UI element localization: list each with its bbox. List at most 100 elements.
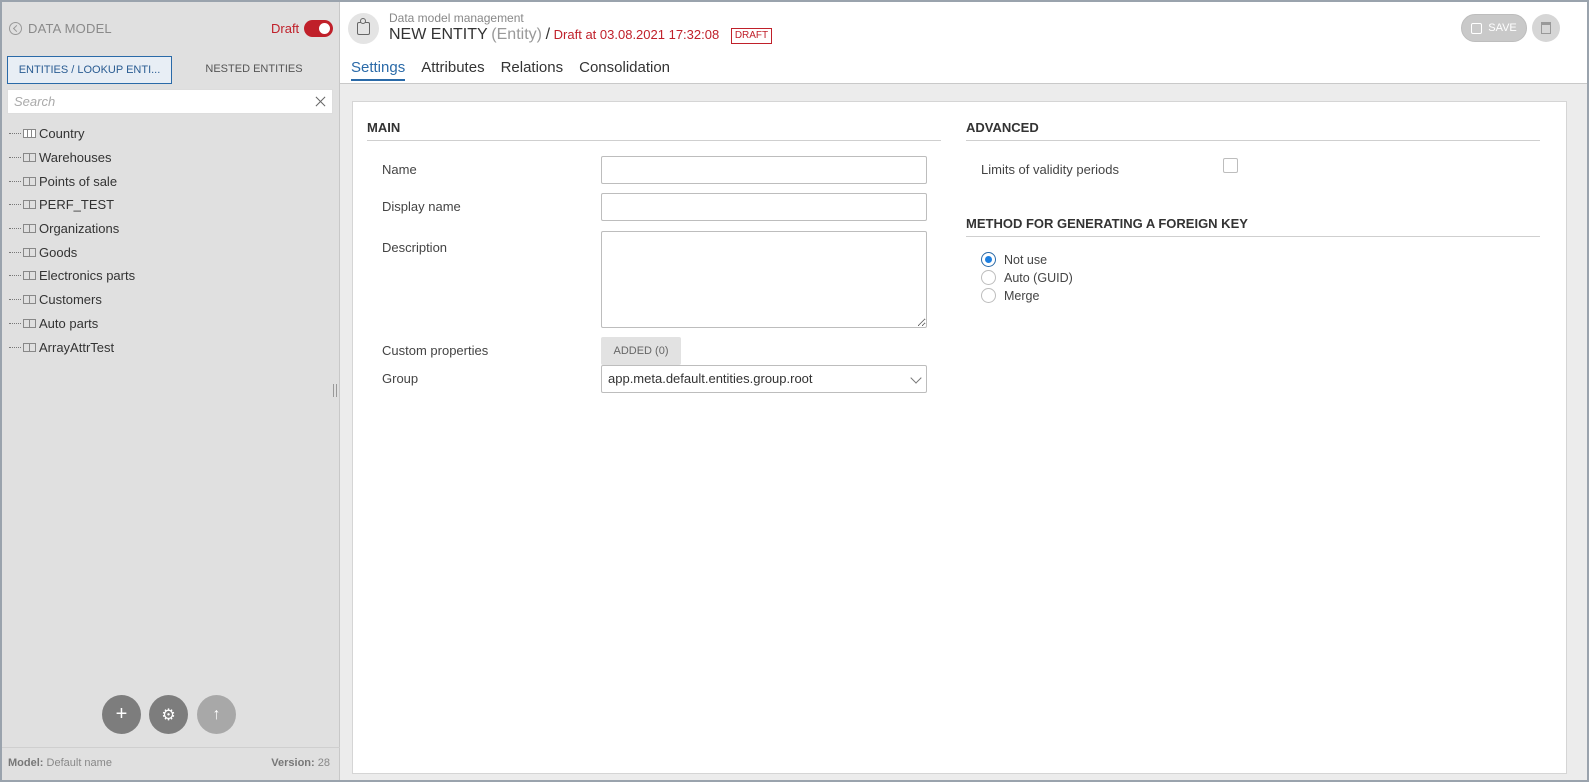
- trash-icon: [1541, 22, 1551, 34]
- radio-merge[interactable]: Merge: [981, 288, 1039, 303]
- group-select[interactable]: app.meta.default.entities.group.root: [601, 365, 927, 393]
- book-icon: [23, 176, 36, 186]
- tree-item-warehouses[interactable]: Warehouses: [9, 146, 329, 170]
- tab-nested-entities[interactable]: NESTED ENTITIES: [173, 56, 335, 84]
- display-name-label: Display name: [382, 199, 461, 214]
- tree-item-label: Goods: [39, 244, 78, 260]
- group-label: Group: [382, 371, 419, 386]
- custom-properties-label: Custom properties: [382, 343, 489, 358]
- tree-connector: [9, 180, 21, 182]
- book-icon: [23, 200, 36, 210]
- sidebar-footer: Model: Default name Version: 28: [2, 747, 340, 778]
- publish-button[interactable]: ↑: [197, 695, 236, 734]
- version-key: Version:: [271, 757, 315, 769]
- search-box: [7, 89, 333, 114]
- radio-label: Not use: [1004, 252, 1048, 267]
- sidebar: DATA MODEL Draft ENTITIES / LOOKUP ENTI.…: [2, 2, 340, 780]
- tree-item-country[interactable]: Country: [9, 122, 329, 146]
- entity-icon: [348, 13, 379, 44]
- tab-relations[interactable]: Relations: [501, 59, 564, 81]
- tree-item-arrayattrtest[interactable]: ArrayAttrTest: [9, 335, 329, 359]
- entity-tree: Country Warehouses Points of sale PERF_T…: [9, 122, 329, 359]
- version-value: 28: [317, 757, 330, 769]
- entity-kind: (Entity): [491, 26, 542, 43]
- advanced-section-title: ADVANCED: [966, 120, 1540, 141]
- tree-item-points-of-sale[interactable]: Points of sale: [9, 169, 329, 193]
- radio-auto-guid[interactable]: Auto (GUID): [981, 270, 1073, 285]
- save-button[interactable]: SAVE: [1461, 14, 1527, 42]
- radio-label: Auto (GUID): [1004, 270, 1073, 285]
- tree-connector: [9, 157, 21, 159]
- tab-settings[interactable]: Settings: [351, 59, 406, 81]
- tree-item-auto-parts[interactable]: Auto parts: [9, 312, 329, 336]
- tree-item-label: ArrayAttrTest: [39, 339, 115, 355]
- sidebar-resize-handle[interactable]: [333, 384, 337, 397]
- model-value: Default name: [46, 757, 112, 769]
- tab-attributes[interactable]: Attributes: [421, 59, 484, 81]
- tree-item-perf-test[interactable]: PERF_TEST: [9, 193, 329, 217]
- floppy-icon: [1471, 22, 1483, 34]
- book-icon: [23, 342, 36, 352]
- tab-entities-lookup[interactable]: ENTITIES / LOOKUP ENTI...: [7, 56, 172, 84]
- custom-properties-button[interactable]: ADDED (0): [601, 337, 681, 365]
- radio-button[interactable]: [981, 288, 996, 303]
- title-separator: /: [545, 26, 551, 43]
- tree-item-electronics-parts[interactable]: Electronics parts: [9, 264, 329, 288]
- display-name-input[interactable]: [601, 193, 927, 221]
- tree-item-label: Electronics parts: [39, 268, 136, 284]
- breadcrumb[interactable]: Data model management: [389, 11, 524, 25]
- draft-toggle-label: Draft: [271, 21, 300, 36]
- tree-connector: [9, 299, 21, 301]
- tree-item-label: PERF_TEST: [39, 197, 115, 213]
- plus-icon: +: [115, 703, 128, 725]
- table-icon: [23, 129, 36, 139]
- model-key: Model:: [8, 757, 44, 769]
- page-header: Data model management NEW ENTITY (Entity…: [340, 2, 1587, 84]
- description-textarea[interactable]: [601, 231, 927, 328]
- radio-button[interactable]: [981, 270, 996, 285]
- book-icon: [23, 318, 36, 328]
- tree-item-organizations[interactable]: Organizations: [9, 217, 329, 241]
- tree-item-label: Auto parts: [39, 315, 99, 331]
- version-info: Version: 28: [271, 757, 330, 769]
- tree-item-goods[interactable]: Goods: [9, 240, 329, 264]
- book-icon: [23, 224, 36, 234]
- radio-button[interactable]: [981, 252, 996, 267]
- tree-item-customers[interactable]: Customers: [9, 288, 329, 312]
- entity-tabs: Settings Attributes Relations Consolidat…: [351, 59, 686, 81]
- settings-button[interactable]: ⚙: [149, 695, 188, 734]
- radio-label: Merge: [1004, 288, 1040, 303]
- radio-not-use[interactable]: Not use: [981, 252, 1047, 267]
- tree-connector: [9, 251, 21, 253]
- main-content: MAIN Name Display name Description Custo…: [340, 84, 1587, 780]
- page-title: NEW ENTITY (Entity) / Draft at 03.08.202…: [389, 26, 773, 44]
- book-icon: [23, 247, 36, 257]
- description-label: Description: [382, 240, 448, 255]
- clear-icon[interactable]: [314, 95, 327, 108]
- book-icon: [23, 271, 36, 281]
- tree-item-label: Warehouses: [39, 150, 112, 166]
- draft-toggle[interactable]: [304, 20, 333, 37]
- tab-consolidation[interactable]: Consolidation: [579, 59, 670, 81]
- tree-connector: [9, 275, 21, 277]
- arrow-up-icon: ↑: [212, 705, 221, 723]
- add-entity-button[interactable]: +: [102, 695, 141, 734]
- book-icon: [23, 153, 36, 163]
- back-icon[interactable]: [9, 22, 22, 35]
- limits-checkbox[interactable]: [1223, 158, 1238, 173]
- tree-item-label: Customers: [39, 292, 102, 308]
- limits-label: Limits of validity periods: [981, 162, 1119, 177]
- name-label: Name: [382, 162, 417, 177]
- tree-item-label: Organizations: [39, 221, 120, 237]
- delete-button[interactable]: [1532, 14, 1560, 42]
- tree-item-label: Country: [39, 126, 85, 142]
- tree-connector: [9, 322, 21, 324]
- search-input[interactable]: [8, 90, 298, 113]
- name-input[interactable]: [601, 156, 927, 184]
- model-info: Model: Default name: [8, 757, 112, 769]
- group-value: app.meta.default.entities.group.root: [608, 371, 813, 386]
- gear-icon: ⚙: [161, 706, 176, 724]
- tree-connector: [9, 204, 21, 206]
- draft-timestamp: Draft at 03.08.2021 17:32:08: [553, 27, 720, 42]
- status-badge: DRAFT: [730, 28, 773, 44]
